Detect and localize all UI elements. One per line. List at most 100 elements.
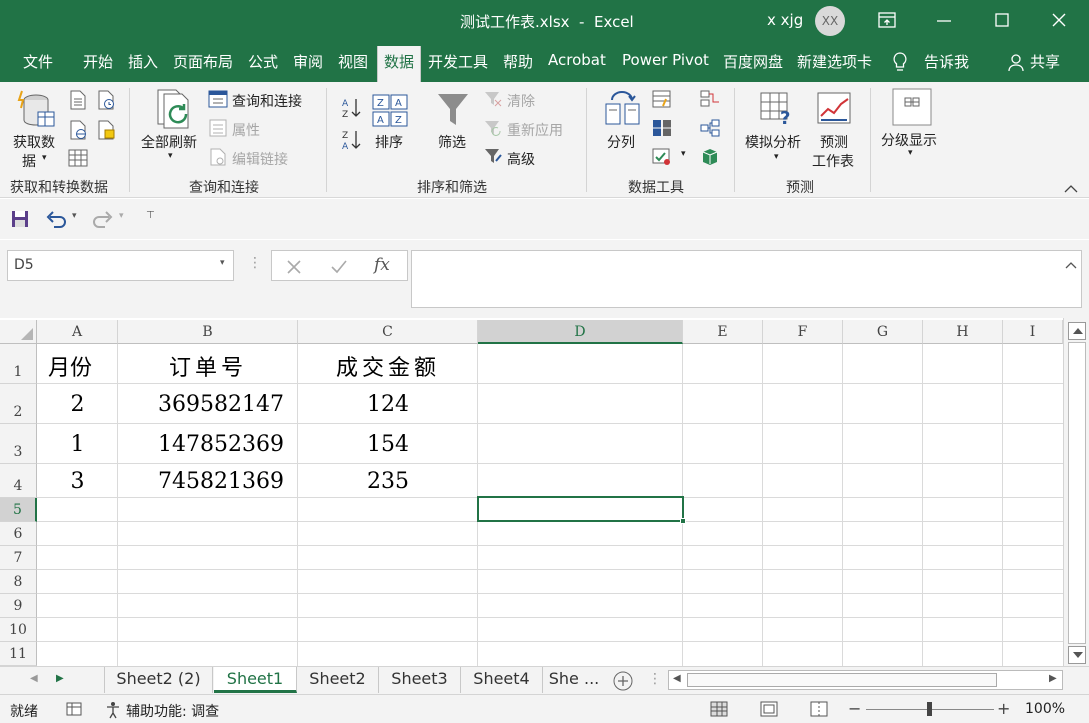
undo-dropdown-icon[interactable]: ▾ — [72, 211, 77, 221]
insert-function-icon[interactable]: fx — [374, 255, 390, 275]
column-header-c[interactable]: C — [298, 320, 478, 344]
sheet-tab-sheet2[interactable]: Sheet2 — [297, 667, 379, 693]
worksheet-grid[interactable]: A B C D E F G H I 1 2 3 4 5 6 7 8 9 10 1… — [0, 318, 1089, 666]
column-header-g[interactable]: G — [843, 320, 923, 344]
undo-icon[interactable] — [45, 210, 67, 228]
formula-bar-splitter-icon[interactable]: ⋮ — [248, 255, 262, 271]
tab-review[interactable]: 审阅 — [293, 51, 323, 72]
ribbon-display-options-icon[interactable] — [878, 12, 896, 28]
active-cell-d5[interactable] — [477, 496, 684, 522]
from-web-icon[interactable] — [68, 120, 88, 140]
user-name[interactable]: x xjg — [767, 11, 803, 29]
formula-input[interactable] — [411, 250, 1082, 308]
column-header-a[interactable]: A — [37, 320, 118, 344]
forecast-sheet-label-2[interactable]: 工作表 — [812, 151, 854, 171]
row-header-11[interactable]: 11 — [0, 642, 37, 666]
tab-splitter-icon[interactable]: ⋮ — [648, 671, 662, 687]
scroll-down-button[interactable] — [1068, 646, 1086, 664]
advanced-label[interactable]: 高级 — [507, 149, 535, 169]
what-if-dropdown-icon[interactable]: ▾ — [774, 152, 779, 162]
refresh-dropdown-icon[interactable]: ▾ — [168, 151, 173, 161]
column-header-f[interactable]: F — [763, 320, 843, 344]
zoom-level[interactable]: 100% — [1025, 701, 1065, 717]
scroll-tabs-right-icon[interactable]: ▶ — [56, 673, 64, 684]
relationships-icon[interactable] — [700, 119, 720, 137]
row-header-8[interactable]: 8 — [0, 570, 37, 594]
cell-c1[interactable]: 成交金额 — [298, 350, 478, 382]
what-if-analysis-label[interactable]: 模拟分析 — [745, 132, 801, 152]
row-header-5[interactable]: 5 — [0, 498, 37, 522]
row-header-7[interactable]: 7 — [0, 546, 37, 570]
data-validation-dropdown-icon[interactable]: ▾ — [681, 149, 686, 159]
filter-label[interactable]: 筛选 — [438, 132, 466, 152]
sheet-tab-sheet4[interactable]: Sheet4 — [461, 667, 543, 693]
cell-a4[interactable]: 3 — [37, 469, 118, 494]
sheet-tab-more[interactable]: She ... — [543, 667, 605, 693]
select-all-button[interactable] — [0, 320, 37, 344]
refresh-all-icon[interactable] — [154, 88, 194, 130]
from-table-icon[interactable] — [68, 148, 88, 168]
tab-developer[interactable]: 开发工具 — [428, 51, 488, 72]
sheet-tab-sheet3[interactable]: Sheet3 — [379, 667, 461, 693]
share-person-icon[interactable] — [1008, 53, 1026, 73]
text-to-columns-icon[interactable] — [604, 90, 642, 128]
share-button[interactable]: 共享 — [1030, 51, 1060, 72]
sort-descending-icon[interactable]: ZA — [340, 128, 362, 152]
name-box[interactable]: D5 ▾ — [7, 250, 234, 281]
scroll-left-icon[interactable]: ◀ — [673, 673, 681, 684]
normal-view-icon[interactable] — [710, 701, 728, 717]
scroll-right-icon[interactable]: ▶ — [1049, 673, 1057, 684]
cell-b1[interactable]: 订单号 — [118, 350, 298, 382]
get-data-label-2[interactable]: 据 — [22, 151, 36, 171]
collapse-ribbon-icon[interactable] — [1064, 184, 1078, 194]
column-header-b[interactable]: B — [118, 320, 298, 344]
fill-handle[interactable] — [680, 518, 686, 524]
sheet-tab-sheet2-2[interactable]: Sheet2 (2) — [105, 667, 213, 693]
forecast-sheet-label-1[interactable]: 预测 — [820, 132, 848, 152]
horizontal-scrollbar[interactable]: ◀ ▶ — [668, 670, 1063, 690]
column-header-i[interactable]: I — [1003, 320, 1063, 344]
get-data-label-1[interactable]: 获取数 — [13, 132, 55, 152]
customize-qat-icon[interactable]: ⊤ — [146, 210, 155, 221]
consolidate-icon[interactable] — [700, 90, 720, 108]
data-validation-icon[interactable] — [652, 148, 672, 166]
outline-dropdown-icon[interactable]: ▾ — [908, 148, 913, 158]
row-header-2[interactable]: 2 — [0, 384, 37, 424]
queries-connections-label[interactable]: 查询和连接 — [232, 91, 302, 111]
outline-icon[interactable] — [892, 88, 932, 126]
tab-acrobat[interactable]: Acrobat — [548, 51, 606, 69]
recent-sources-icon[interactable] — [96, 90, 116, 110]
tab-page-layout[interactable]: 页面布局 — [173, 51, 233, 72]
text-to-columns-label[interactable]: 分列 — [607, 132, 635, 152]
existing-connections-icon[interactable] — [96, 120, 116, 140]
from-text-icon[interactable] — [68, 90, 88, 110]
tab-home[interactable]: 开始 — [83, 51, 113, 72]
advanced-filter-icon[interactable] — [484, 148, 502, 166]
hscroll-thumb[interactable] — [687, 673, 997, 687]
queries-connections-icon[interactable] — [208, 90, 228, 108]
scroll-tabs-left-icon[interactable]: ◀ — [30, 673, 38, 684]
sort-label[interactable]: 排序 — [375, 132, 403, 152]
avatar[interactable]: XX — [815, 6, 845, 36]
zoom-out-button[interactable]: − — [848, 699, 861, 718]
row-header-3[interactable]: 3 — [0, 424, 37, 464]
tab-file[interactable]: 文件 — [23, 51, 53, 72]
tab-new-tab[interactable]: 新建选项卡 — [797, 51, 872, 72]
tab-baidu-netdisk[interactable]: 百度网盘 — [723, 51, 783, 72]
maximize-icon[interactable] — [995, 13, 1009, 27]
forecast-sheet-icon[interactable] — [817, 92, 853, 126]
save-icon[interactable] — [11, 210, 29, 228]
row-header-1[interactable]: 1 — [0, 344, 37, 384]
what-if-analysis-icon[interactable]: ? — [760, 92, 794, 126]
row-header-9[interactable]: 9 — [0, 594, 37, 618]
cell-c4[interactable]: 235 — [298, 469, 478, 494]
close-icon[interactable] — [1052, 13, 1066, 27]
collapse-formula-bar-icon[interactable] — [1065, 261, 1077, 269]
row-header-4[interactable]: 4 — [0, 464, 37, 498]
name-box-dropdown-icon[interactable]: ▾ — [220, 258, 225, 268]
cell-c2[interactable]: 124 — [298, 392, 478, 417]
refresh-all-label[interactable]: 全部刷新 — [141, 132, 197, 152]
cell-a3[interactable]: 1 — [37, 432, 118, 457]
tab-data[interactable]: 数据 — [377, 46, 422, 82]
cell-a1[interactable]: 月份 — [37, 350, 103, 382]
